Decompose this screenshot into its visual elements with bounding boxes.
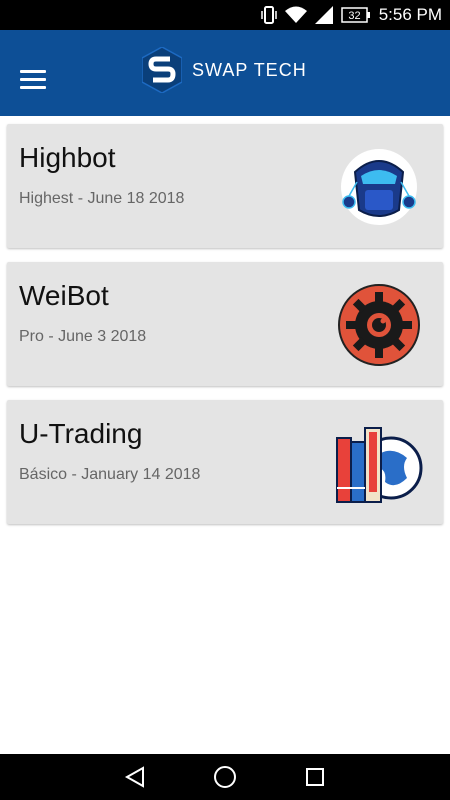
back-triangle-icon	[124, 766, 144, 788]
brand: SWAP TECH	[142, 47, 307, 93]
battery-icon: 32	[340, 6, 371, 24]
wifi-icon	[284, 6, 307, 24]
battery-level: 32	[348, 10, 360, 22]
bot-subtitle: Básico - January 14 2018	[19, 466, 201, 483]
books-globe-icon	[335, 420, 423, 506]
menu-button[interactable]	[20, 70, 46, 90]
bot-card-highbot[interactable]: Highbot Highest - June 18 2018	[7, 124, 443, 248]
robot-icon	[335, 144, 423, 230]
bot-subtitle: Highest - June 18 2018	[19, 190, 185, 207]
signal-icon	[314, 6, 333, 24]
bot-title: Highbot	[19, 142, 116, 173]
home-circle-icon	[214, 766, 236, 788]
clock: 5:56 PM	[378, 5, 442, 24]
status-bar: 32 5:56 PM	[0, 0, 450, 30]
home-button[interactable]	[212, 764, 238, 790]
swap-tech-logo-icon	[142, 47, 182, 93]
app-bar: SWAP TECH	[0, 30, 450, 116]
bot-title: U-Trading	[19, 418, 143, 449]
bot-subtitle: Pro - June 3 2018	[19, 328, 147, 345]
bot-card-u-trading[interactable]: U-Trading Básico - January 14 2018	[7, 400, 443, 524]
gear-icon	[335, 282, 423, 368]
brand-name: SWAP TECH	[192, 59, 307, 80]
bot-list: Highbot Highest - June 18 2018 WeiBot Pr…	[7, 124, 443, 538]
bot-card-weibot[interactable]: WeiBot Pro - June 3 2018	[7, 262, 443, 386]
system-nav-bar	[0, 754, 450, 800]
recents-button[interactable]	[302, 764, 328, 790]
vibrate-icon	[260, 6, 277, 24]
hamburger-icon	[20, 70, 46, 73]
back-button[interactable]	[122, 764, 148, 790]
recents-square-icon	[306, 768, 324, 786]
bot-title: WeiBot	[19, 280, 109, 311]
